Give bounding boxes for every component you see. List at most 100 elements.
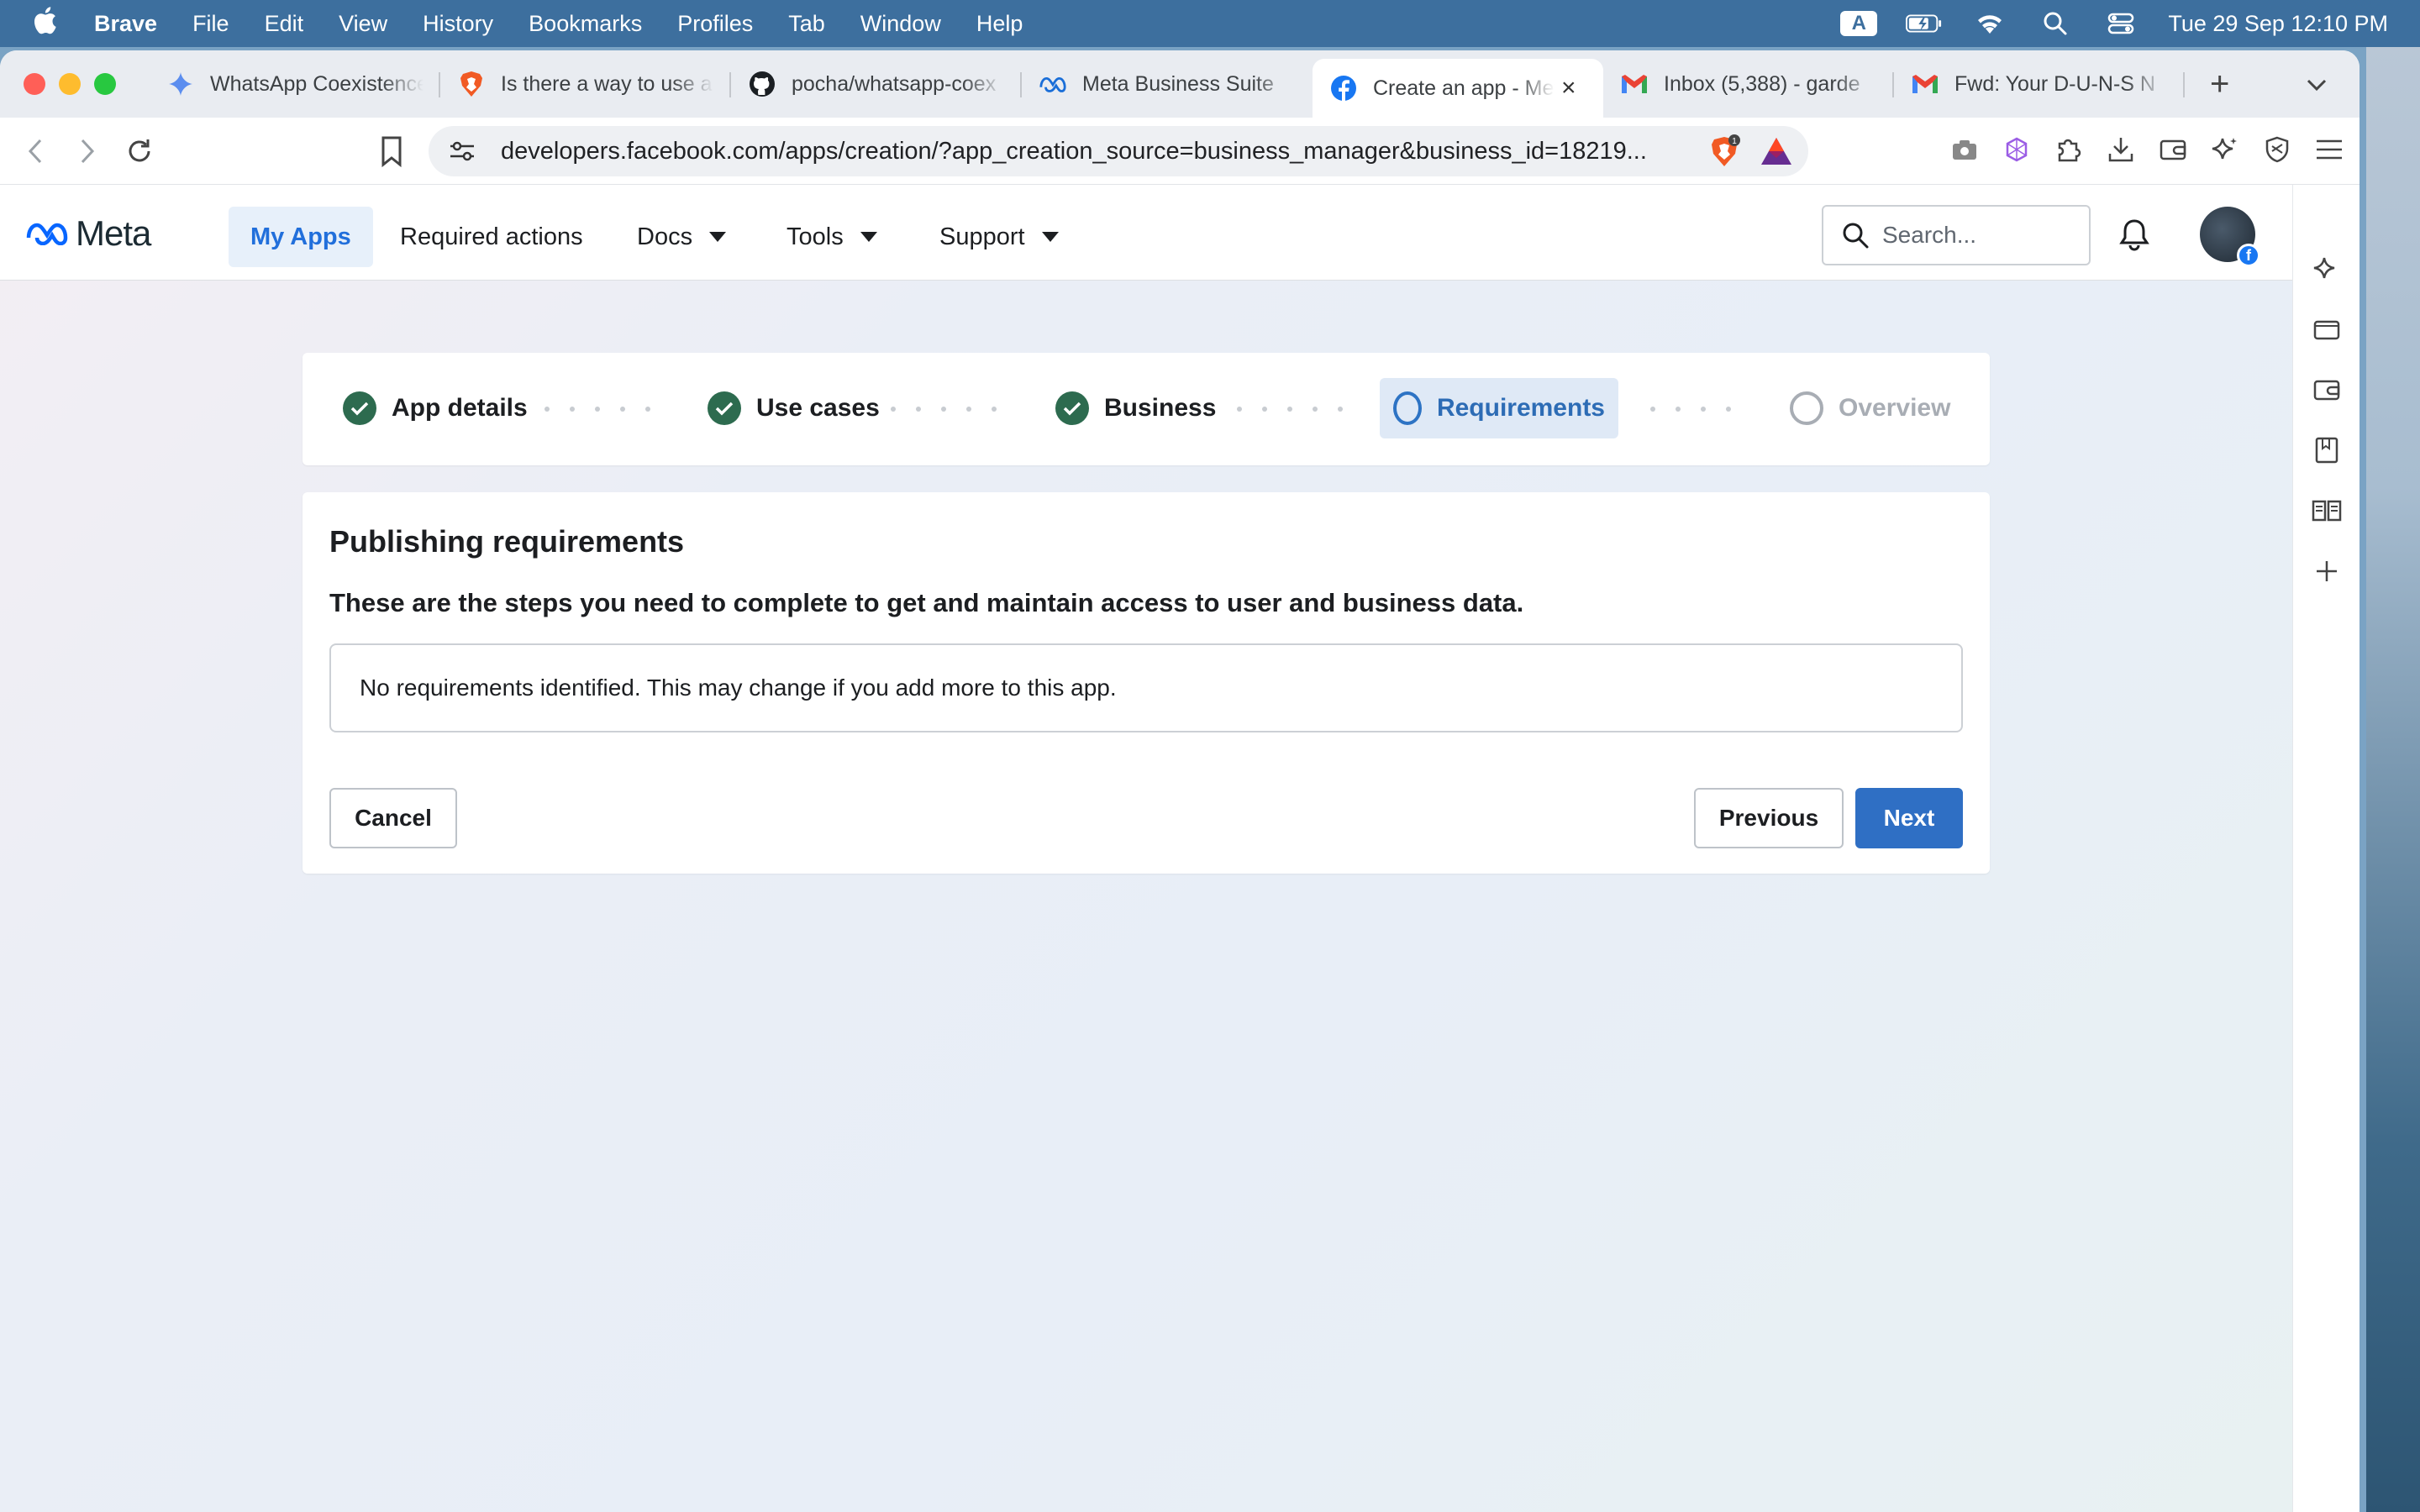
step-connector [544,407,650,412]
caret-down-icon [709,232,727,242]
nav-tools[interactable]: Tools [765,207,899,267]
add-sidebar-item-icon[interactable] [2310,554,2344,588]
forward-icon[interactable] [71,134,104,168]
browser-tab[interactable]: Meta Business Suite [1022,57,1313,111]
gmail-icon [1620,70,1649,98]
media-sidebar-icon[interactable] [2310,312,2344,346]
zoom-window-button[interactable] [94,73,116,95]
notifications-bell-icon[interactable] [2116,217,2153,254]
previous-button[interactable]: Previous [1694,788,1844,848]
search-input[interactable]: Search... [1822,205,2091,265]
nav-label: Required actions [400,223,583,250]
gemini-icon [166,70,195,98]
step-requirements[interactable]: Requirements [1380,378,1618,438]
tab-title: Create an app - Meta [1373,76,1555,100]
tab-strip: WhatsApp Coexistence Is there a way to u… [0,50,2360,118]
address-bar[interactable]: developers.facebook.com/apps/creation/?a… [429,126,1808,176]
menu-bar-status: A Tue 29 Sep 12:10 PM [1840,0,2388,47]
browser-tab[interactable]: Fwd: Your D-U-N-S N [1894,57,2185,111]
input-source-icon[interactable]: A [1840,11,1878,36]
brave-rewards-icon[interactable] [1760,134,1793,168]
tab-title: pocha/whatsapp-coex [792,71,997,96]
menu-tab[interactable]: Tab [788,11,825,37]
url-text: developers.facebook.com/apps/creation/?a… [501,137,1647,165]
cancel-button[interactable]: Cancel [329,788,457,848]
check-circle-icon [708,391,741,425]
wifi-icon[interactable] [1971,11,2008,36]
menu-history[interactable]: History [423,11,493,37]
menu-window[interactable]: Window [860,11,941,37]
menu-edit[interactable]: Edit [265,11,304,37]
extensions-puzzle-icon[interactable] [2052,133,2086,166]
new-tab-icon[interactable]: + [2210,66,2229,103]
browser-tab-active[interactable]: Create an app - Meta × [1313,59,1603,118]
reading-list-sidebar-icon[interactable] [2310,494,2344,528]
caret-down-icon [860,232,877,242]
vpn-shield-icon[interactable] [2260,133,2294,166]
search-placeholder: Search... [1882,222,1977,248]
meta-logo[interactable]: Meta [25,213,151,254]
browser-tab[interactable]: Is there a way to use a [440,57,731,111]
meta-developer-nav: Meta My Apps Required actions Docs Tools… [0,185,2292,281]
leo-sidebar-icon[interactable] [2310,252,2344,286]
tab-list-chevron-icon[interactable] [2306,70,2328,98]
site-settings-icon[interactable] [445,134,479,168]
window-controls [24,73,116,95]
apple-icon[interactable] [32,5,69,43]
step-connector [1237,407,1343,412]
meta-infinity-icon [26,223,68,245]
menu-app-name[interactable]: Brave [94,11,157,37]
step-connector [1650,407,1731,412]
step-app-details[interactable]: App details [329,378,541,438]
menu-file[interactable]: File [192,11,229,37]
tab-title: Fwd: Your D-U-N-S N [1954,71,2155,96]
downloads-icon[interactable] [2104,133,2138,166]
bookmark-icon[interactable] [375,134,408,168]
tab-title: Inbox (5,388) - garde [1664,71,1860,96]
menu-bookmarks[interactable]: Bookmarks [529,11,642,37]
browser-tab[interactable]: pocha/whatsapp-coex [731,57,1022,111]
leo-ai-icon[interactable] [2208,133,2242,166]
step-label: App details [392,394,528,422]
next-button[interactable]: Next [1855,788,1963,848]
facebook-badge-icon: f [2237,244,2260,267]
card-subtitle: These are the steps you need to complete… [329,588,1524,617]
nav-support[interactable]: Support [918,207,1081,267]
macos-menu-bar: Brave File Edit View History Bookmarks P… [0,0,2420,47]
back-icon[interactable] [18,134,52,168]
menu-help[interactable]: Help [976,11,1023,37]
app-creation-stepper: App details Use cases Business Requireme… [302,353,1990,465]
nav-label: Docs [637,223,693,250]
profile-avatar[interactable]: f [2200,207,2260,267]
nav-docs[interactable]: Docs [615,207,748,267]
nav-required-actions[interactable]: Required actions [378,207,605,267]
gmail-icon [1911,70,1939,98]
step-business[interactable]: Business [1042,378,1229,438]
battery-icon[interactable] [1906,11,1943,36]
close-tab-icon[interactable]: × [1561,74,1586,102]
brave-shields-icon[interactable]: 1 [1707,134,1741,168]
wallet-sidebar-icon[interactable] [2310,373,2344,407]
browser-tab[interactable]: Inbox (5,388) - garde [1603,57,1894,111]
extension-shape-icon[interactable] [2000,133,2033,166]
nav-label: Tools [786,223,844,250]
browser-tab[interactable]: WhatsApp Coexistence [150,57,440,111]
step-label: Requirements [1436,394,1605,422]
camera-icon[interactable] [1948,133,1981,166]
wallet-icon[interactable] [2156,133,2190,166]
menu-bar-clock[interactable]: Tue 29 Sep 12:10 PM [2168,11,2388,37]
step-use-cases[interactable]: Use cases [694,378,893,438]
menu-view[interactable]: View [339,11,387,37]
bookmarks-sidebar-icon[interactable] [2310,433,2344,467]
spotlight-search-icon[interactable] [2037,11,2074,36]
hamburger-menu-icon[interactable] [2312,133,2346,166]
nav-my-apps[interactable]: My Apps [229,207,373,267]
minimize-window-button[interactable] [59,73,81,95]
reload-icon[interactable] [123,134,156,168]
facebook-icon [1329,74,1358,102]
menu-profiles[interactable]: Profiles [677,11,753,37]
github-icon [748,70,776,98]
close-window-button[interactable] [24,73,45,95]
control-center-icon[interactable] [2102,11,2139,36]
browser-window: WhatsApp Coexistence Is there a way to u… [0,50,2360,1512]
